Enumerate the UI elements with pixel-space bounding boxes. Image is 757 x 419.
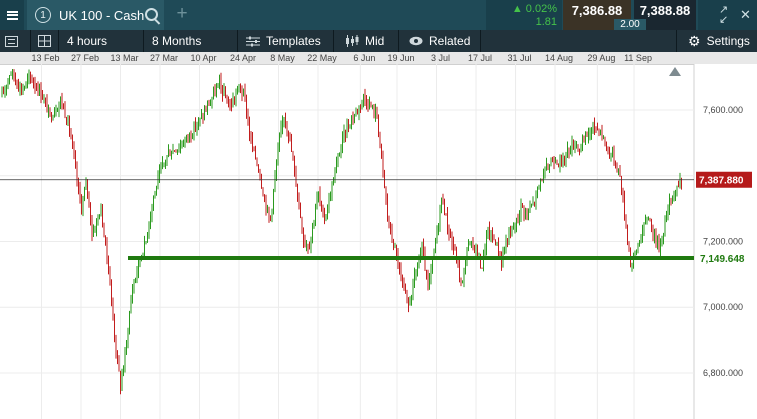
- support-label: 7,149.648: [700, 254, 745, 265]
- x-tick-label: 27 Mar: [150, 53, 178, 63]
- x-tick-label: 19 Jun: [388, 53, 415, 63]
- y-tick-label: 7,200.000: [703, 237, 743, 247]
- x-tick-label: 6 Jun: [353, 53, 375, 63]
- y-tick-label: 7,600.000: [703, 105, 743, 115]
- x-tick-label: 29 Aug: [587, 53, 615, 63]
- x-tick-label: 10 Apr: [190, 53, 216, 63]
- x-tick-label: 13 Mar: [110, 53, 138, 63]
- x-tick-label: 14 Aug: [545, 53, 573, 63]
- y-tick-label: 6,800.000: [703, 368, 743, 378]
- x-tick-label: 22 May: [307, 53, 337, 63]
- x-tick-label: 8 May: [270, 53, 295, 63]
- x-tick-label: 31 Jul: [508, 53, 532, 63]
- price-chart[interactable]: 13 Feb 27 Feb 13 Mar 27 Mar 10 Apr 24 Apr 8 Ma…: [0, 0, 757, 419]
- x-tick-label: 3 Jul: [431, 53, 450, 63]
- x-tick-label: 13 Feb: [31, 53, 59, 63]
- x-tick-label: 24 Apr: [230, 53, 256, 63]
- y-tick-label: 7,000.000: [703, 302, 743, 312]
- scroll-latest-icon: [669, 67, 681, 76]
- x-tick-label: 17 Jul: [468, 53, 492, 63]
- current-price-label: 7,387.880: [699, 176, 744, 187]
- x-tick-label: 11 Sep: [624, 53, 652, 63]
- x-tick-label: 27 Feb: [71, 53, 99, 63]
